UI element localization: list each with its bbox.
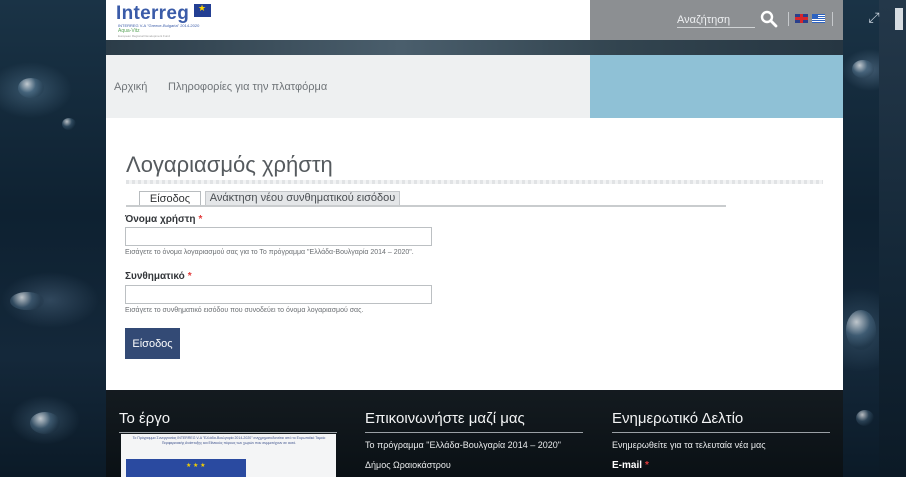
login-button[interactable]: Είσοδος <box>125 328 180 359</box>
header-banner-strip <box>106 40 843 55</box>
newsletter-text: Ενημερωθείτε για τα τελευταία νέα μας <box>612 440 766 450</box>
required-marker: * <box>645 460 649 471</box>
tab-password-reset[interactable]: Ανάκτηση νέου συνθηματικού εισόδου <box>205 191 400 205</box>
tabs-underline <box>126 205 726 207</box>
username-label: Όνομα χρήστη * <box>125 214 202 225</box>
email-label-text: E-mail <box>612 460 643 471</box>
water-drop-decoration <box>846 310 876 350</box>
water-drop-decoration <box>10 292 44 310</box>
newsletter-email-label: E-mail * <box>612 460 649 471</box>
water-drop-decoration <box>30 412 60 434</box>
username-input[interactable] <box>125 227 432 246</box>
required-marker: * <box>198 214 203 225</box>
username-label-text: Όνομα χρήστη <box>125 214 196 225</box>
eu-flag-icon <box>194 3 211 17</box>
programme-banner[interactable]: Το Πρόγραμμα Συνεργασίας INTERREG V-A "Ε… <box>121 434 336 477</box>
contact-municipality-text: Δήμος Ωραιοκάστρου <box>365 460 451 470</box>
water-drop-decoration <box>62 118 76 130</box>
contact-programme-text: Το πρόγραμμα "Ελλάδα-Βουλγαρία 2014 – 20… <box>365 440 561 450</box>
banner-text: Το Πρόγραμμα Συνεργασίας INTERREG V-A "Ε… <box>132 436 326 445</box>
divider <box>788 12 789 26</box>
footer: Το έργο Το Πρόγραμμα Συνεργασίας INTERRE… <box>106 390 843 477</box>
logo-wordmark: Interreg <box>116 3 190 24</box>
header-search-bar <box>590 0 843 40</box>
site-header-logo[interactable]: Interreg INTERREG V-A "Greece-Bulgaria" … <box>106 0 590 40</box>
nav-accent-block <box>590 55 843 118</box>
footer-divider <box>119 432 337 433</box>
eu-flag-icon <box>126 459 246 477</box>
password-label-text: Συνθηματικό <box>125 271 185 282</box>
footer-newsletter-title: Ενημερωτικό Δελτίο <box>612 410 744 427</box>
footer-divider <box>612 432 830 433</box>
password-help-text: Εισάγετε το συνθηματικό εισόδου που συνο… <box>125 307 364 314</box>
required-marker: * <box>187 271 192 282</box>
water-drop-decoration <box>852 60 874 78</box>
water-drop-decoration <box>18 78 44 98</box>
page-title: Λογαριασμός χρήστη <box>126 152 333 177</box>
search-field <box>677 10 755 29</box>
scrollbar[interactable] <box>895 8 903 30</box>
nav-item-home[interactable]: Αρχική <box>114 81 147 93</box>
password-label: Συνθηματικό * <box>125 271 192 282</box>
divider <box>832 12 833 26</box>
nav-item-platform-info[interactable]: Πληροφορίες για την πλατφόρμα <box>168 81 327 93</box>
password-input[interactable] <box>125 285 432 304</box>
logo-fund-text: European Regional Development Fund <box>118 34 170 38</box>
title-divider <box>126 180 823 184</box>
fullscreen-icon[interactable]: ⤢ <box>866 9 882 25</box>
greek-flag-icon[interactable] <box>812 14 825 23</box>
main-nav: Αρχική Πληροφορίες για την πλατφόρμα <box>106 55 590 118</box>
footer-contact-title: Επικοινωνήστε μαζί μας <box>365 410 525 427</box>
footer-project-title: Το έργο <box>119 410 171 427</box>
search-icon[interactable] <box>760 10 778 28</box>
search-input[interactable] <box>677 11 755 29</box>
english-flag-icon[interactable] <box>795 14 808 23</box>
water-drop-decoration <box>856 410 874 426</box>
main-content: Λογαριασμός χρήστη Είσοδος Ανάκτηση νέου… <box>106 118 843 390</box>
page-edge-strip <box>879 0 906 477</box>
footer-divider <box>365 432 583 433</box>
username-help-text: Εισάγετε το όνομα λογαριασμού σας για το… <box>125 249 414 256</box>
